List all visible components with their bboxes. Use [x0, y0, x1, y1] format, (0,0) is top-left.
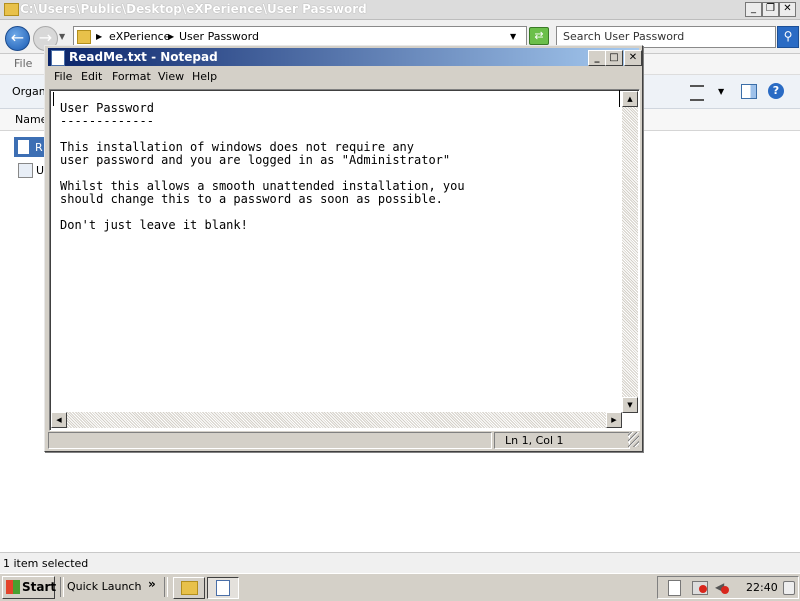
shortcut-file-icon [18, 163, 33, 178]
explorer-task-button[interactable] [173, 577, 205, 599]
folder-icon [77, 30, 91, 44]
menu-format[interactable]: Format [112, 70, 151, 83]
search-icon[interactable]: ⚲ [777, 26, 799, 48]
status-pane [48, 432, 492, 449]
column-name[interactable]: Name [15, 113, 47, 126]
scroll-left-button[interactable]: ◀ [51, 412, 67, 428]
views-icon[interactable] [690, 85, 704, 101]
power-icon[interactable] [783, 581, 795, 595]
windows-logo-icon [6, 580, 20, 594]
menu-view[interactable]: View [158, 70, 184, 83]
menu-help[interactable]: Help [192, 70, 217, 83]
scroll-right-button[interactable]: ▶ [606, 412, 622, 428]
address-segment[interactable]: User Password [179, 30, 259, 43]
notepad-window: ReadMe.txt - Notepad _ □ ✕ File Edit For… [44, 45, 643, 452]
cursor-position: Ln 1, Col 1 [505, 434, 564, 447]
maximize-button[interactable]: □ [605, 50, 623, 66]
explorer-status-bar: 1 item selected [0, 552, 800, 573]
resize-grip[interactable] [628, 432, 639, 447]
menu-file[interactable]: File [54, 70, 72, 83]
chevron-right-icon: ▶ [96, 32, 103, 41]
scroll-down-button[interactable]: ▼ [622, 397, 638, 413]
address-segment[interactable]: eXPerience [109, 30, 170, 43]
separator [164, 577, 168, 597]
separator [60, 577, 64, 597]
notepad-title: ReadMe.txt - Notepad [69, 50, 218, 64]
help-icon[interactable]: ? [768, 83, 784, 99]
search-placeholder: Search User Password [563, 30, 685, 43]
menu-file[interactable]: File [14, 57, 32, 70]
overflow-chevron-icon[interactable]: » [148, 577, 156, 591]
notepad-title-bar[interactable]: ReadMe.txt - Notepad _ □ ✕ [48, 48, 642, 66]
minimize-button[interactable]: _ [588, 50, 606, 66]
back-button[interactable]: ← [5, 26, 30, 51]
volume-icon[interactable]: ◀ [715, 580, 729, 594]
start-button[interactable]: Start [2, 576, 57, 599]
network-icon[interactable] [692, 581, 708, 595]
horizontal-scrollbar[interactable]: ◀ ▶ [51, 412, 622, 428]
list-item[interactable]: U [18, 162, 44, 178]
explorer-title-bar[interactable]: C:\Users\Public\Desktop\eXPerience\User … [0, 0, 800, 20]
notepad-icon [216, 580, 230, 596]
chevron-down-icon[interactable]: ▼ [718, 87, 724, 96]
notepad-menu-bar: File Edit Format View Help [48, 68, 639, 87]
notepad-status-bar: Ln 1, Col 1 [48, 432, 639, 449]
text-caret [53, 92, 54, 106]
notepad-text-area[interactable]: User Password ------------- This install… [49, 89, 640, 431]
status-pane: Ln 1, Col 1 [494, 432, 630, 449]
list-item-label: R [35, 141, 43, 154]
close-button[interactable]: ✕ [779, 2, 796, 17]
chevron-right-icon: ▶ [168, 32, 175, 41]
clock[interactable]: 22:40 [746, 581, 778, 594]
explorer-title: C:\Users\Public\Desktop\eXPerience\User … [20, 2, 367, 16]
maximize-button[interactable]: ❐ [762, 2, 779, 17]
notepad-task-button[interactable] [207, 577, 239, 599]
text-file-icon [18, 140, 29, 154]
folder-icon [4, 3, 19, 16]
start-label: Start [22, 580, 57, 594]
system-tray: ◀ 22:40 [657, 576, 799, 599]
vertical-scrollbar[interactable]: ▲ ▼ [622, 91, 638, 413]
list-item[interactable]: R [14, 137, 44, 157]
taskbar: Start Quick Launch » ◀ 22:40 [0, 573, 800, 601]
list-item-label: U [36, 164, 45, 177]
menu-edit[interactable]: Edit [81, 70, 102, 83]
quick-launch-label: Quick Launch [67, 580, 142, 593]
document-icon[interactable] [668, 580, 681, 596]
recent-pages-icon[interactable]: ▼ [59, 32, 65, 41]
scroll-up-button[interactable]: ▲ [622, 91, 638, 107]
preview-pane-icon[interactable] [741, 84, 757, 99]
chevron-down-icon[interactable]: ▼ [510, 32, 516, 41]
folder-icon [181, 581, 198, 595]
close-button[interactable]: ✕ [624, 50, 642, 66]
minimize-button[interactable]: _ [745, 2, 762, 17]
selection-status: 1 item selected [3, 557, 89, 570]
refresh-button[interactable]: ⇄ [529, 27, 549, 45]
notepad-content: User Password ------------- This install… [60, 101, 465, 232]
notepad-icon [51, 50, 65, 66]
